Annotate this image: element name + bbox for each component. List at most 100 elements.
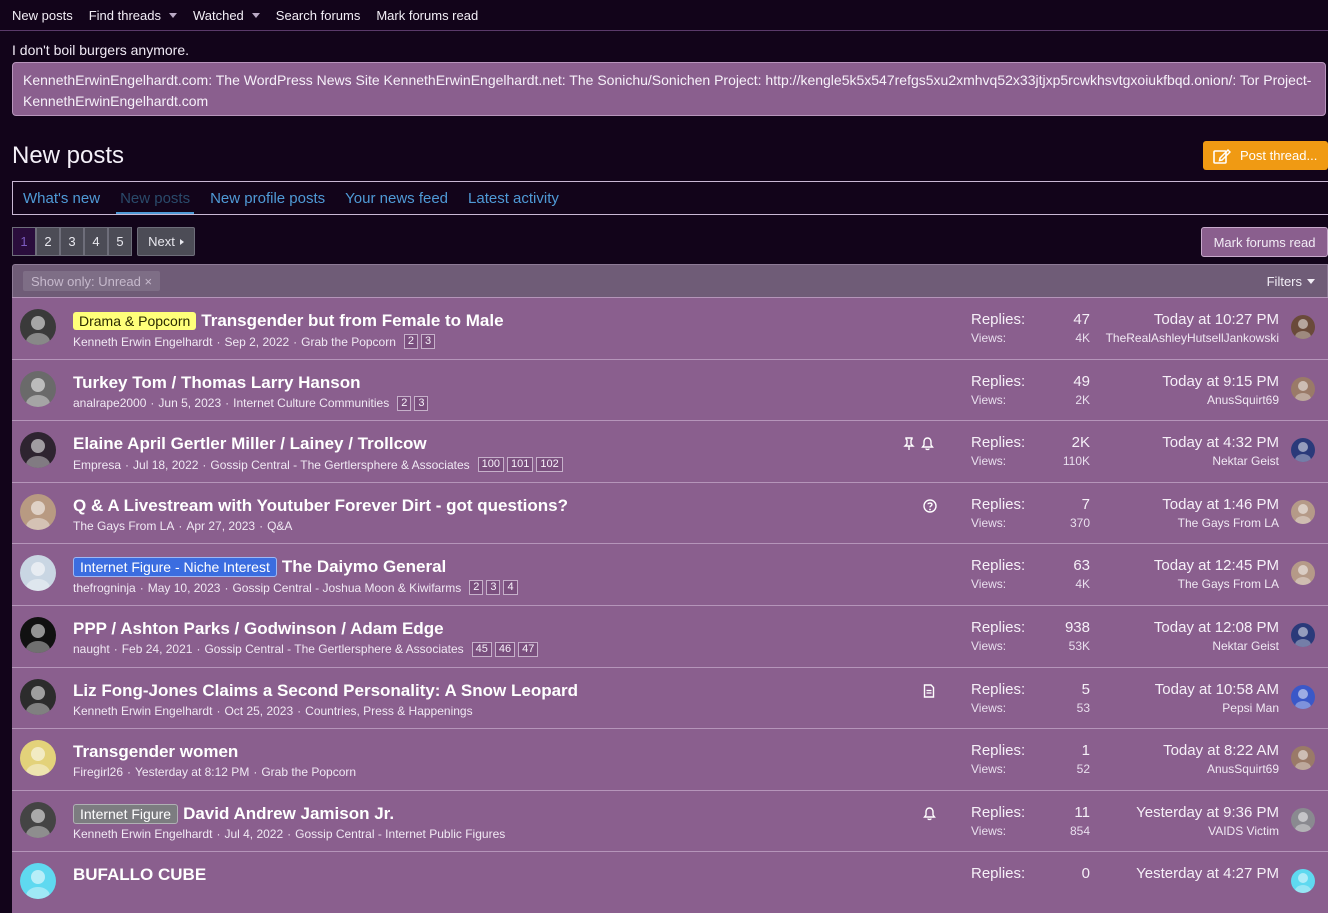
last-poster-avatar[interactable] xyxy=(1291,746,1315,771)
thread-author[interactable]: Firegirl26 xyxy=(73,765,123,779)
latest-post-user[interactable]: TheRealAshleyHutsellJankowski xyxy=(1106,331,1279,345)
latest-post-time[interactable]: Yesterday at 4:27 PM xyxy=(1136,865,1279,882)
page-2[interactable]: 2 xyxy=(36,227,60,256)
thread-row[interactable]: Internet Figure - Niche Interest The Daiy… xyxy=(12,543,1328,605)
author-avatar[interactable] xyxy=(20,370,56,407)
thread-title[interactable]: Elaine April Gertler Miller / Lainey / T… xyxy=(73,434,427,454)
latest-post-user[interactable]: The Gays From LA xyxy=(1162,516,1279,530)
thread-row[interactable]: Liz Fong-Jones Claims a Second Personali… xyxy=(12,666,1328,729)
nav-search-forums[interactable]: Search forums xyxy=(276,8,361,23)
nav-mark-forums-read[interactable]: Mark forums read xyxy=(376,8,478,23)
post-thread-button[interactable]: Post thread... xyxy=(1203,141,1328,170)
thread-page-link[interactable]: 102 xyxy=(536,457,563,473)
thread-author[interactable]: Kenneth Erwin Engelhardt xyxy=(73,335,212,349)
thread-title[interactable]: Transgender but from Female to Male xyxy=(201,311,503,331)
last-poster-avatar[interactable] xyxy=(1291,376,1315,401)
thread-row[interactable]: Transgender women Firegirl26 · Yesterday at… xyxy=(12,728,1328,790)
latest-post-time[interactable]: Yesterday at 9:36 PM xyxy=(1136,804,1279,821)
thread-forum[interactable]: Gossip Central - Internet Public Figures xyxy=(295,827,505,841)
thread-page-link[interactable]: 3 xyxy=(421,334,436,349)
author-avatar[interactable] xyxy=(20,555,56,592)
thread-page-link[interactable]: 2 xyxy=(397,395,412,411)
latest-post-user[interactable]: AnusSquirt69 xyxy=(1163,762,1279,776)
thread-title[interactable]: BUFALLO CUBE xyxy=(73,865,206,885)
thread-page-link[interactable]: 3 xyxy=(414,395,429,411)
thread-date[interactable]: Jul 18, 2022 xyxy=(133,458,198,472)
latest-post-time[interactable]: Today at 9:15 PM xyxy=(1162,373,1279,390)
thread-date[interactable]: Apr 27, 2023 xyxy=(186,519,255,533)
page-3[interactable]: 3 xyxy=(60,227,84,256)
author-avatar[interactable] xyxy=(20,740,56,777)
thread-date[interactable]: Feb 24, 2021 xyxy=(122,642,193,656)
thread-page-link[interactable]: 2 xyxy=(403,334,419,349)
latest-post-time[interactable]: Today at 10:27 PM xyxy=(1106,311,1279,328)
last-poster-avatar[interactable] xyxy=(1291,315,1315,339)
thread-forum[interactable]: Grab the Popcorn xyxy=(261,765,356,779)
thread-title[interactable]: PPP / Ashton Parks / Godwinson / Adam Ed… xyxy=(73,619,444,639)
thread-page-link[interactable]: 4 xyxy=(503,580,518,596)
thread-page-link[interactable]: 47 xyxy=(518,641,539,657)
thread-prefix[interactable]: Drama & Popcorn xyxy=(73,312,197,330)
author-avatar[interactable] xyxy=(20,493,56,530)
last-poster-avatar[interactable] xyxy=(1291,622,1315,647)
thread-author[interactable]: Empresa xyxy=(73,458,121,472)
thread-author[interactable]: Kenneth Erwin Engelhardt xyxy=(73,704,212,718)
thread-forum[interactable]: Countries, Press & Happenings xyxy=(305,704,472,718)
thread-title[interactable]: The Daiymo General xyxy=(282,557,446,577)
thread-title[interactable]: Turkey Tom / Thomas Larry Hanson xyxy=(73,373,361,393)
page-1[interactable]: 1 xyxy=(12,227,36,256)
last-poster-avatar[interactable] xyxy=(1291,684,1315,709)
nav-find-threads[interactable]: Find threads xyxy=(89,8,177,23)
latest-post-time[interactable]: Today at 8:22 AM xyxy=(1163,742,1279,759)
thread-page-link[interactable]: 101 xyxy=(507,457,534,473)
mark-forums-read-button[interactable]: Mark forums read xyxy=(1201,227,1328,257)
author-avatar[interactable] xyxy=(20,801,56,838)
thread-author[interactable]: naught xyxy=(73,642,110,656)
author-avatar[interactable] xyxy=(20,678,56,715)
thread-date[interactable]: Oct 25, 2023 xyxy=(224,704,293,718)
thread-forum[interactable]: Internet Culture Communities xyxy=(233,396,389,410)
filter-chip-unread[interactable]: Show only: Unread × xyxy=(23,271,161,291)
thread-prefix[interactable]: Internet Figure - Niche Interest xyxy=(73,557,277,578)
thread-title[interactable]: Q & A Livestream with Youtuber Forever D… xyxy=(73,496,568,516)
thread-title[interactable]: Transgender women xyxy=(73,742,238,762)
author-avatar[interactable] xyxy=(20,432,56,469)
last-poster-avatar[interactable] xyxy=(1291,499,1315,524)
thread-author[interactable]: Kenneth Erwin Engelhardt xyxy=(73,827,212,841)
last-poster-avatar[interactable] xyxy=(1291,561,1315,586)
nav-new-posts[interactable]: New posts xyxy=(12,8,73,23)
latest-post-user[interactable]: VAIDS Victim xyxy=(1136,824,1279,838)
thread-title[interactable]: Liz Fong-Jones Claims a Second Personali… xyxy=(73,681,578,701)
last-poster-avatar[interactable] xyxy=(1291,807,1315,832)
thread-page-link[interactable]: 45 xyxy=(471,641,492,657)
thread-page-link[interactable]: 46 xyxy=(494,641,516,657)
last-poster-avatar[interactable] xyxy=(1291,869,1315,894)
latest-post-time[interactable]: Today at 12:45 PM xyxy=(1154,557,1279,574)
thread-author[interactable]: The Gays From LA xyxy=(73,519,174,533)
thread-forum[interactable]: Gossip Central - The Gertlersphere & Ass… xyxy=(204,642,463,656)
thread-date[interactable]: Sep 2, 2022 xyxy=(224,335,289,349)
thread-date[interactable]: Jun 5, 2023 xyxy=(158,396,221,410)
thread-title[interactable]: David Andrew Jamison Jr. xyxy=(183,804,394,824)
tab-latest-activity[interactable]: Latest activity xyxy=(468,182,559,214)
thread-page-link[interactable]: 2 xyxy=(469,580,484,596)
thread-row[interactable]: BUFALLO CUBE Replies: 0 Yesterday at 4:27… xyxy=(12,851,1328,913)
thread-row[interactable]: PPP / Ashton Parks / Godwinson / Adam Ed… xyxy=(12,604,1328,667)
thread-author[interactable]: analrape2000 xyxy=(73,396,146,410)
author-avatar[interactable] xyxy=(20,616,56,653)
thread-row[interactable]: Elaine April Gertler Miller / Lainey / T… xyxy=(12,420,1328,482)
thread-forum[interactable]: Q&A xyxy=(267,519,292,533)
latest-post-time[interactable]: Today at 4:32 PM xyxy=(1162,434,1279,451)
latest-post-user[interactable]: Nektar Geist xyxy=(1162,454,1279,468)
filters-button[interactable]: Filters xyxy=(1267,274,1315,289)
author-avatar[interactable] xyxy=(20,309,56,345)
thread-date[interactable]: May 10, 2023 xyxy=(148,581,221,595)
thread-row[interactable]: Internet Figure David Andrew Jamison Jr. K… xyxy=(12,789,1328,852)
latest-post-time[interactable]: Today at 10:58 AM xyxy=(1155,681,1279,698)
tab-new-profile-posts[interactable]: New profile posts xyxy=(210,182,325,214)
next-page-button[interactable]: Next xyxy=(137,227,195,256)
thread-date[interactable]: Jul 4, 2022 xyxy=(224,827,283,841)
thread-page-link[interactable]: 3 xyxy=(486,580,501,596)
thread-row[interactable]: Q & A Livestream with Youtuber Forever D… xyxy=(12,481,1328,544)
latest-post-user[interactable]: Nektar Geist xyxy=(1154,639,1279,653)
